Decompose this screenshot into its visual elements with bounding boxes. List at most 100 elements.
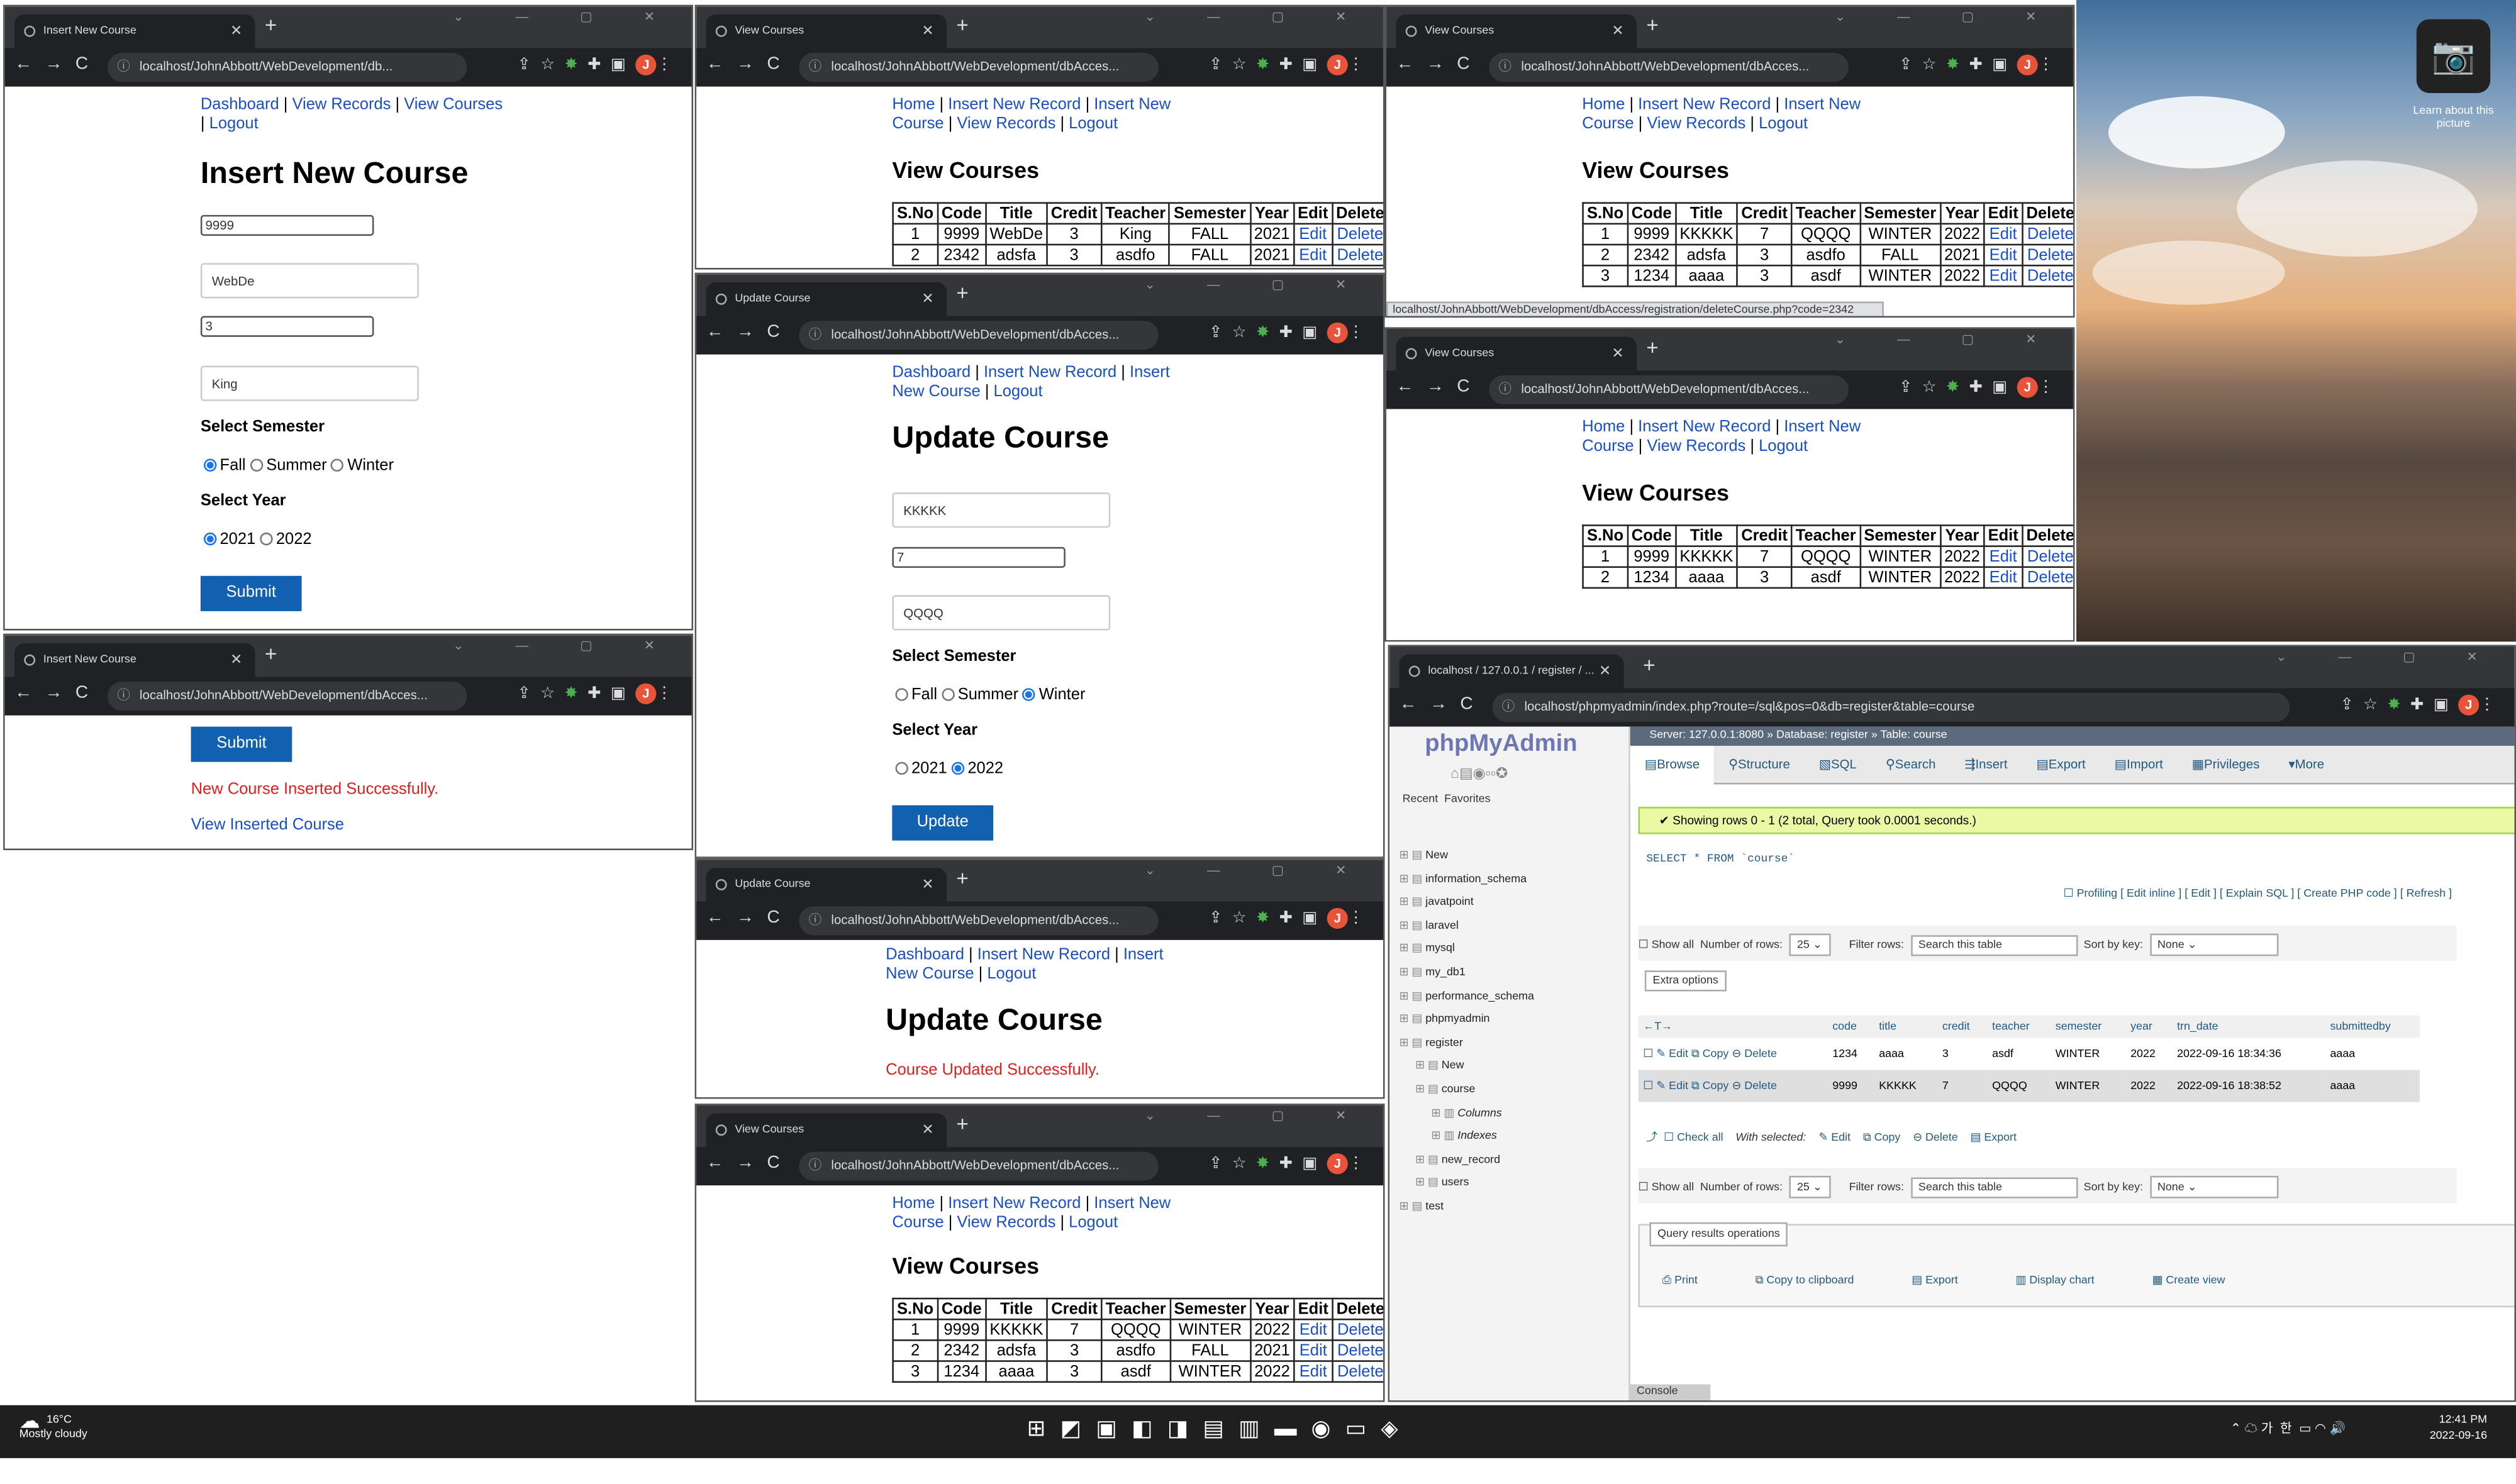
tree-item[interactable]: ⊞ ▤ mysql xyxy=(1399,939,1534,962)
row-action-delete[interactable]: ⊖ Delete xyxy=(1732,1080,1777,1092)
new-tab-icon[interactable]: + xyxy=(1643,653,1655,677)
clock[interactable]: 12:41 PM 2022-09-16 xyxy=(2407,1413,2487,1445)
tree-item[interactable]: ⊞ ▤ test xyxy=(1399,1197,1534,1220)
tree-item[interactable]: ⊞ ▤ users xyxy=(1399,1173,1534,1197)
view-inserted-link[interactable]: View Inserted Course xyxy=(191,816,344,834)
tree-item[interactable]: ⊞ ▤ my_db1 xyxy=(1399,963,1534,986)
delete-link[interactable]: Delete xyxy=(2021,243,2073,267)
nav-buttons-icon[interactable]: ←→C xyxy=(706,1153,793,1173)
new-tab-icon[interactable]: + xyxy=(1646,335,1658,359)
sort-select[interactable]: None ⌄ xyxy=(2149,1175,2278,1199)
edit-link[interactable]: Edit xyxy=(1983,264,2023,287)
filter-input[interactable]: Search this table xyxy=(1910,935,2078,956)
link-home[interactable]: Home xyxy=(892,1195,935,1212)
delete-link[interactable]: Delete xyxy=(1331,1360,1383,1383)
start-icon[interactable]: ⊞ xyxy=(1027,1415,1060,1441)
num-rows-select[interactable]: 25 ⌄ xyxy=(1789,933,1830,956)
pma-cell[interactable]: asdf xyxy=(1987,1038,2051,1070)
browser-tab[interactable]: View Courses ✕ xyxy=(1396,336,1637,371)
browser-tab[interactable]: Insert New Course ✕ xyxy=(14,643,255,677)
pma-column-header[interactable]: title xyxy=(1874,1015,1938,1038)
filter-input[interactable]: Search this table xyxy=(1910,1177,2078,1199)
terminal-icon[interactable]: ▭ xyxy=(1345,1415,1381,1441)
teacher-input[interactable]: QQQQ xyxy=(892,595,1111,631)
app-icon[interactable]: ◩ xyxy=(1060,1415,1096,1441)
close-tab-icon[interactable]: ✕ xyxy=(921,868,933,902)
address-bar[interactable]: localhost/JohnAbbott/WebDevelopment/dbAc… xyxy=(799,321,1159,350)
delete-link[interactable]: Delete xyxy=(2021,264,2073,287)
credit-input[interactable]: 7 xyxy=(892,546,1066,568)
extensions-icon[interactable]: ⇪☆✸✚▣ J ⋮ xyxy=(518,683,682,704)
app-icon[interactable]: ◨ xyxy=(1167,1415,1203,1441)
chat-icon[interactable]: ▣ xyxy=(1096,1415,1132,1441)
link-logout[interactable]: Logout xyxy=(994,384,1043,401)
extensions-icon[interactable]: ⇪☆✸✚▣ J ⋮ xyxy=(518,54,682,75)
new-tab-icon[interactable]: + xyxy=(956,867,968,890)
link-home[interactable]: Home xyxy=(1582,419,1625,436)
system-tray[interactable]: ⌃ ☁ 가 한 ▭ ◠ 🔊 xyxy=(2230,1420,2346,1437)
pma-column-header[interactable]: credit xyxy=(1937,1015,1988,1038)
delete-link[interactable]: Delete xyxy=(2021,545,2073,568)
link-logout[interactable]: Logout xyxy=(987,966,1036,983)
radio-2022[interactable] xyxy=(951,762,965,776)
browser-tab[interactable]: View Courses ✕ xyxy=(706,1113,947,1147)
title-input[interactable]: WebDe xyxy=(200,263,419,299)
tree-item[interactable]: ⊞ ▤ course xyxy=(1399,1080,1534,1103)
link-view-records[interactable]: View Records xyxy=(957,116,1055,133)
app-icon[interactable]: ◈ xyxy=(1381,1415,1412,1441)
pma-cell[interactable]: 2022 xyxy=(2125,1038,2173,1070)
folder-icon[interactable]: ▬ xyxy=(1274,1415,1311,1441)
link-view-records[interactable]: View Records xyxy=(1647,438,1745,455)
radio-winter[interactable] xyxy=(331,459,345,472)
link-dashboard[interactable]: Dashboard xyxy=(201,96,279,114)
copy-clipboard-link[interactable]: ⧉ Copy to clipboard xyxy=(1756,1275,1883,1287)
radio-summer[interactable] xyxy=(942,689,955,702)
link-home[interactable]: Home xyxy=(892,96,935,114)
pma-tab-import[interactable]: ▤ Import xyxy=(2100,746,2178,784)
link-logout[interactable]: Logout xyxy=(1069,116,1118,133)
row-checkbox[interactable]: ☐ xyxy=(1643,1048,1656,1060)
bulk-export[interactable]: Export xyxy=(1984,1132,2017,1144)
tree-item[interactable]: ⊞ ▤ information_schema xyxy=(1399,869,1534,892)
delete-link[interactable]: Delete xyxy=(1331,243,1383,267)
pma-console[interactable]: Console xyxy=(1630,1384,1711,1401)
edit-link[interactable]: Edit xyxy=(1293,243,1333,267)
tree-item[interactable]: ⊞ ▤ New xyxy=(1399,1056,1534,1079)
pma-favorites-tab[interactable]: Favorites xyxy=(1444,794,1490,806)
pma-tab-sql[interactable]: ▧ SQL xyxy=(1805,746,1871,784)
link-view-courses[interactable]: View Courses xyxy=(404,96,503,114)
nav-buttons-icon[interactable]: ←→C xyxy=(1396,377,1483,396)
row-action-edit[interactable]: ✎ Edit xyxy=(1656,1048,1691,1060)
link-view-records[interactable]: View Records xyxy=(1647,116,1745,133)
link-logout[interactable]: Logout xyxy=(1759,438,1808,455)
pma-column-header[interactable]: semester xyxy=(2051,1015,2126,1038)
close-tab-icon[interactable]: ✕ xyxy=(921,1113,933,1147)
link-dashboard[interactable]: Dashboard xyxy=(886,946,964,964)
pma-cell[interactable]: aaaa xyxy=(2325,1070,2420,1102)
extensions-icon[interactable]: ⇪☆✸✚▣ J ⋮ xyxy=(1209,54,1374,75)
pma-tab-more[interactable]: ▾ More xyxy=(2274,746,2339,784)
tree-item[interactable]: ⊞ ▤ performance_schema xyxy=(1399,986,1534,1009)
window-controls[interactable]: ⌄ — ▢ ✕ xyxy=(1835,9,2061,24)
close-tab-icon[interactable]: ✕ xyxy=(230,643,242,677)
window-controls[interactable]: ⌄ — ▢ ✕ xyxy=(2276,650,2502,664)
new-tab-icon[interactable]: + xyxy=(956,1112,968,1136)
sort-select[interactable]: None ⌄ xyxy=(2149,933,2278,956)
export-link[interactable]: ▤ Export xyxy=(1912,1275,1986,1287)
pma-cell[interactable]: 9999 xyxy=(1827,1070,1874,1102)
pma-cell[interactable]: aaaa xyxy=(2325,1038,2420,1070)
window-controls[interactable]: ⌄ — ▢ ✕ xyxy=(1145,277,1371,292)
nav-buttons-icon[interactable]: ←→C xyxy=(706,323,793,342)
row-checkbox[interactable]: ☐ xyxy=(1643,1080,1656,1092)
edit-link[interactable]: Edit xyxy=(1293,1318,1333,1341)
link-home[interactable]: Home xyxy=(1582,96,1625,114)
nav-buttons-icon[interactable]: ←→C xyxy=(1396,55,1483,74)
pma-column-header[interactable]: teacher xyxy=(1987,1015,2051,1038)
pma-cell[interactable]: QQQQ xyxy=(1987,1070,2051,1102)
pma-profiling[interactable]: ☐ Profiling [ Edit inline ] [ Edit ] [ E… xyxy=(2064,887,2452,900)
link-insert-record[interactable]: Insert New Record xyxy=(948,96,1081,114)
row-action-delete[interactable]: ⊖ Delete xyxy=(1732,1048,1777,1060)
close-tab-icon[interactable]: ✕ xyxy=(230,14,242,48)
tree-item[interactable]: ⊞ ▥ Columns xyxy=(1399,1103,1534,1126)
print-link[interactable]: ⎙ Print xyxy=(1662,1275,1727,1287)
